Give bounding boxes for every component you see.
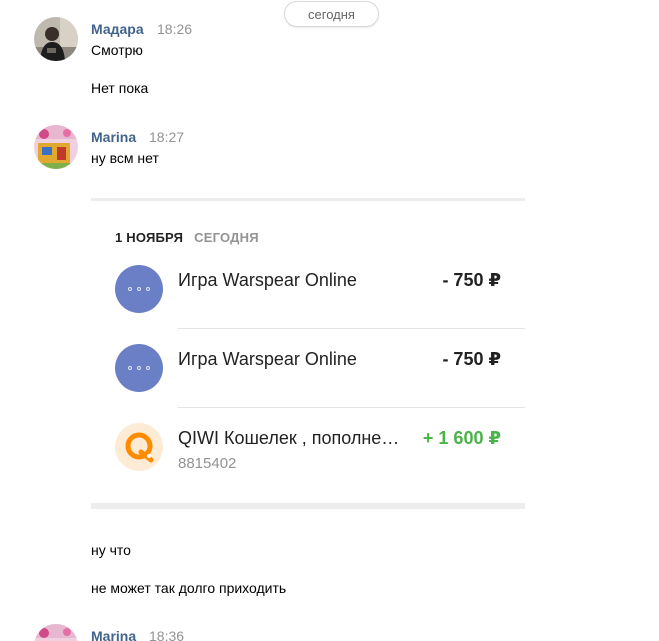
transaction-divider — [178, 407, 525, 408]
message-time[interactable]: 18:27 — [149, 129, 184, 145]
transaction-name[interactable]: QIWI Кошелек , пополне… — [178, 428, 399, 449]
message-text: ну что — [91, 542, 131, 558]
message-text: Смотрю — [91, 42, 143, 58]
more-dots-icon — [115, 265, 163, 313]
transaction-name[interactable]: Игра Warspear Online — [178, 270, 357, 291]
message-time[interactable]: 18:36 — [149, 628, 184, 641]
more-dots-icon — [115, 344, 163, 392]
transaction-amount: + 1 600 ₽ — [422, 428, 501, 448]
avatar-marina[interactable] — [34, 624, 78, 641]
message-author[interactable]: Мадара — [91, 21, 144, 37]
qiwi-logo-icon — [115, 423, 163, 471]
card-date: 1 НОЯБРЯ — [115, 230, 184, 245]
transaction-divider — [178, 328, 525, 329]
message-author[interactable]: Marina — [91, 129, 136, 145]
card-date-header: 1 НОЯБРЯ СЕГОДНЯ — [115, 230, 259, 245]
message-text: Нет пока — [91, 80, 149, 96]
message-text: не может так долго приходить — [91, 580, 287, 596]
chat-window: сегодня Мадара 18:26 Смотрю Нет пока Mar… — [0, 0, 659, 641]
message-text: ну всм нет — [91, 150, 159, 166]
transaction-amount: - 750 ₽ — [442, 270, 501, 290]
message-author[interactable]: Marina — [91, 628, 136, 641]
avatar-madara[interactable] — [34, 17, 78, 61]
card-date-relative: СЕГОДНЯ — [194, 230, 259, 245]
transaction-account: 8815402 — [178, 455, 237, 472]
message-time[interactable]: 18:26 — [157, 21, 192, 37]
transaction-name[interactable]: Игра Warspear Online — [178, 349, 357, 370]
transaction-amount: - 750 ₽ — [442, 349, 501, 369]
date-divider[interactable]: сегодня — [284, 1, 379, 27]
avatar-marina[interactable] — [34, 125, 78, 169]
transactions-card[interactable]: 1 НОЯБРЯ СЕГОДНЯ Игра Warspear Online - 7… — [91, 198, 525, 509]
